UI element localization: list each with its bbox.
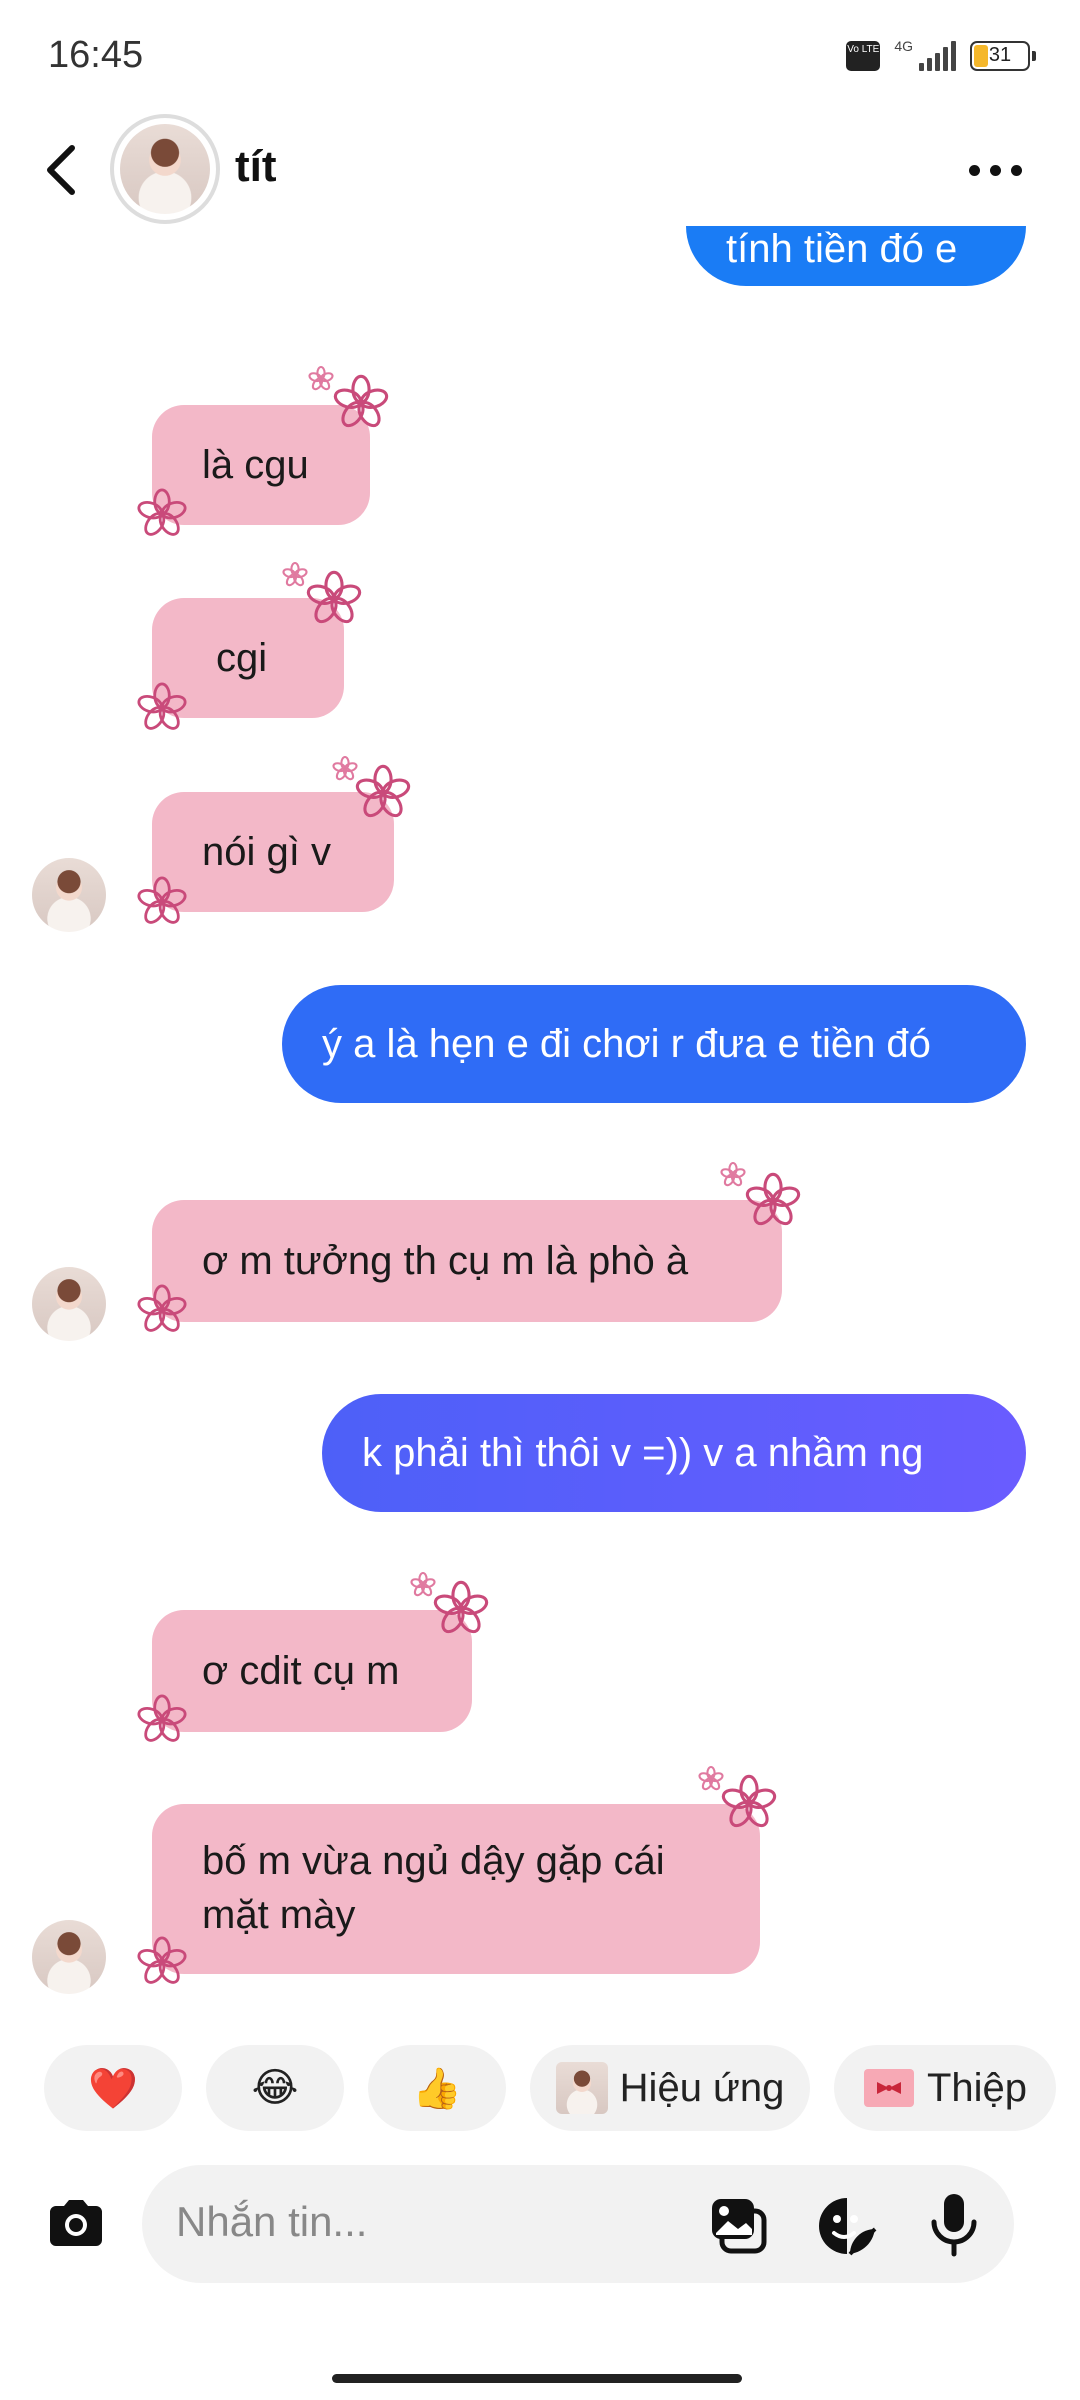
- effects-label: Hiệu ứng: [619, 2065, 785, 2110]
- incoming-message[interactable]: là cgu: [152, 405, 370, 525]
- clipped-message: tính tiền đó e: [0, 226, 1080, 316]
- heart-icon: ❤️: [88, 2066, 138, 2111]
- flower-icon: [330, 754, 360, 784]
- thumbs-up-icon: 👍: [412, 2066, 462, 2111]
- signal-icon: [919, 41, 956, 71]
- back-icon[interactable]: [38, 140, 88, 200]
- contact-name[interactable]: tít: [235, 142, 277, 192]
- home-indicator[interactable]: [332, 2374, 742, 2383]
- microphone-icon[interactable]: [924, 2192, 984, 2258]
- incoming-message[interactable]: cgi: [152, 598, 344, 718]
- flower-icon: [718, 1160, 748, 1190]
- outgoing-message[interactable]: k phải thì thôi v =)) v a nhầm ng: [322, 1394, 1026, 1512]
- sticker-icon[interactable]: [816, 2195, 878, 2257]
- status-icons: Vo LTE 4G 31: [846, 36, 1036, 76]
- flower-icon: [280, 560, 310, 590]
- camera-icon[interactable]: [44, 2192, 108, 2256]
- message-placeholder: Nhắn tin...: [176, 2198, 368, 2245]
- incoming-message[interactable]: ơ cdit cụ m: [152, 1610, 472, 1732]
- sender-avatar[interactable]: [32, 1920, 106, 1994]
- more-options-icon[interactable]: [960, 150, 1030, 190]
- contact-avatar[interactable]: [110, 114, 220, 224]
- incoming-message[interactable]: bố m vừa ngủ dậy gặp cái mặt mày: [152, 1804, 760, 1974]
- laugh-reaction-button[interactable]: 😂: [206, 2045, 344, 2131]
- status-time: 16:45: [48, 34, 144, 76]
- flower-icon: [408, 1570, 438, 1600]
- laugh-emoji-icon: 😂: [251, 2066, 299, 2110]
- outgoing-message[interactable]: ý a là hẹn e đi chơi r đưa e tiền đó: [282, 985, 1026, 1103]
- sender-avatar[interactable]: [32, 858, 106, 932]
- incoming-message[interactable]: ơ m tưởng th cụ m là phò à: [152, 1200, 782, 1322]
- outgoing-message[interactable]: tính tiền đó e: [686, 226, 1026, 286]
- like-reaction-button[interactable]: 👍: [368, 2045, 506, 2131]
- volte-icon: Vo LTE: [846, 41, 881, 71]
- battery-icon: 31: [970, 41, 1036, 71]
- sender-avatar[interactable]: [32, 1267, 106, 1341]
- incoming-message[interactable]: nói gì v: [152, 792, 394, 912]
- flower-icon: [306, 364, 336, 394]
- card-button[interactable]: Thiệp: [834, 2045, 1056, 2131]
- effects-thumbnail: [555, 2062, 608, 2114]
- card-label: Thiệp: [926, 2065, 1028, 2110]
- gift-card-icon: [863, 2069, 914, 2107]
- effects-button[interactable]: Hiệu ứng: [530, 2045, 810, 2131]
- heart-reaction-button[interactable]: ❤️: [44, 2045, 182, 2131]
- gallery-icon[interactable]: [708, 2195, 770, 2257]
- battery-level: 31: [988, 44, 1012, 66]
- flower-icon: [696, 1764, 726, 1794]
- network-type: 4G: [894, 38, 913, 54]
